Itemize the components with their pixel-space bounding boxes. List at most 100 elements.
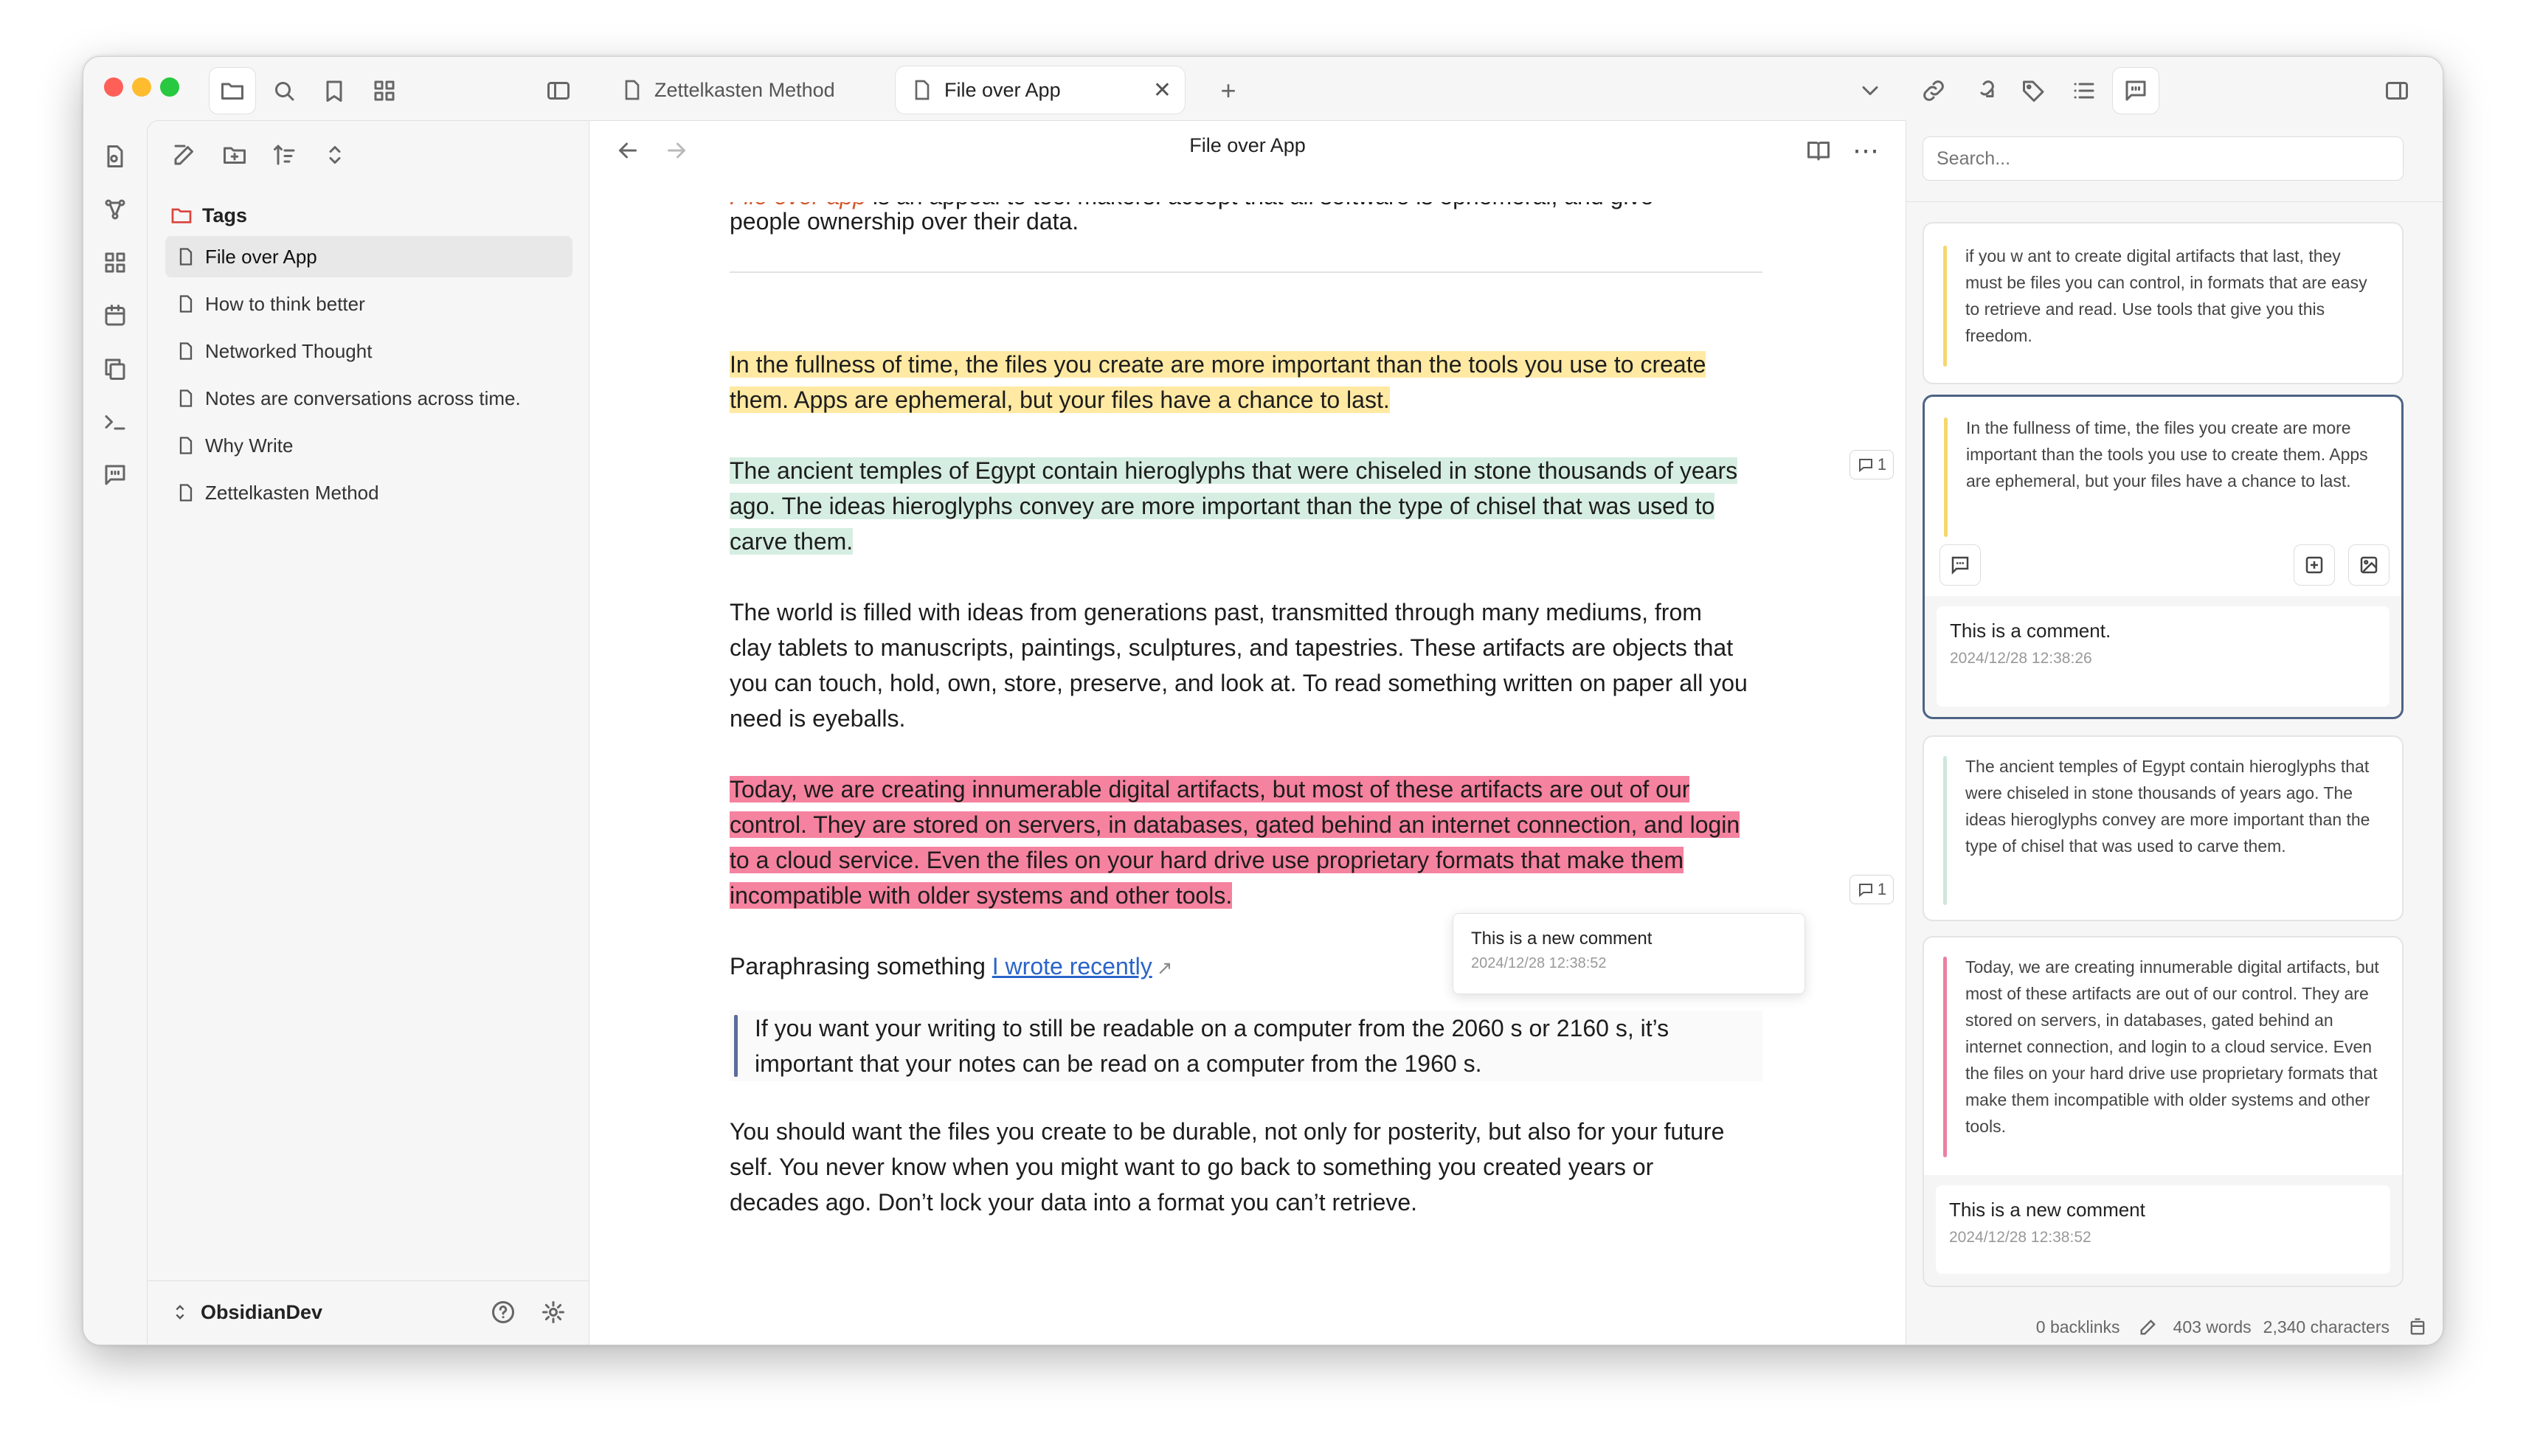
file-label: Zettelkasten Method: [205, 481, 379, 504]
comment-count-badge[interactable]: 1: [1849, 875, 1894, 904]
add-comment-button[interactable]: [2294, 544, 2335, 586]
highlight-color-bar: [1943, 246, 1947, 367]
note-content: File over app is an appeal to tool maker…: [730, 202, 1762, 1331]
collapse-all-icon[interactable]: [313, 133, 357, 177]
card-highlight-text: In the fullness of time, the files you c…: [1966, 418, 2368, 490]
new-folder-icon[interactable]: [212, 133, 257, 177]
minimize-window-button[interactable]: [132, 77, 151, 97]
edit-mode-icon[interactable]: [2138, 1317, 2159, 1337]
card-highlight-text: The ancient temples of Egypt contain hie…: [1965, 757, 2370, 856]
more-options-icon[interactable]: ⋯: [1844, 128, 1888, 173]
comment-text: This is a new comment: [1949, 1199, 2145, 1221]
close-window-button[interactable]: [104, 77, 123, 97]
add-image-button[interactable]: [2348, 544, 2390, 586]
open-switcher-icon[interactable]: [92, 134, 138, 179]
comment-entry[interactable]: This is a comment. 2024/12/28 12:38:26: [1937, 606, 2390, 707]
file-icon: [179, 389, 193, 407]
folder-icon[interactable]: [209, 67, 256, 114]
folder-icon: [171, 208, 192, 223]
comment-card-selected[interactable]: In the fullness of time, the files you c…: [1923, 395, 2404, 719]
editor-pane: File over App ⋯ File over app is an appe…: [589, 120, 1906, 1345]
popup-comment-text: This is a new comment: [1471, 929, 1653, 949]
folder-tags[interactable]: Tags: [170, 198, 247, 233]
close-tab-icon[interactable]: ✕: [1153, 77, 1172, 103]
folder-label: Tags: [202, 204, 248, 226]
tags-icon[interactable]: [2010, 67, 2058, 114]
file-item-why-write[interactable]: Why Write: [165, 425, 572, 466]
word-count: 403 words: [2173, 1317, 2252, 1337]
highlight-text[interactable]: Today, we are creating innumerable digit…: [730, 776, 1740, 909]
highlight-paragraph-2[interactable]: The ancient temples of Egypt contain hie…: [730, 453, 1762, 559]
highlight-paragraph-4[interactable]: Today, we are creating innumerable digit…: [730, 772, 1748, 913]
highlight-paragraph-1[interactable]: In the fullness of time, the files you c…: [730, 347, 1748, 417]
highlight-text[interactable]: In the fullness of time, the files you c…: [730, 351, 1706, 413]
file-item-notes-are-conversations[interactable]: Notes are conversations across time.: [165, 378, 572, 419]
tab-zettelkasten-method[interactable]: Zettelkasten Method: [606, 66, 857, 114]
right-sidebar-toggle-icon[interactable]: [2373, 67, 2421, 114]
paragraph-3: The world is filled with ideas from gene…: [730, 599, 1748, 732]
file-icon: [625, 80, 640, 100]
reading-view-icon[interactable]: [1796, 128, 1841, 173]
search-icon[interactable]: [260, 67, 308, 114]
terminal-icon[interactable]: [92, 399, 138, 445]
popup-comment-date: 2024/12/28 12:38:52: [1471, 955, 1607, 971]
outgoing-link-icon[interactable]: [1960, 67, 2007, 114]
ribbon: [83, 120, 147, 1345]
comment-popup[interactable]: This is a new comment 2024/12/28 12:38:5…: [1453, 913, 1805, 994]
blockquote: If you want your writing to still be rea…: [730, 1010, 1762, 1081]
paragraph-6: You should want the files you create to …: [730, 1118, 1725, 1216]
new-note-icon[interactable]: [162, 133, 207, 177]
intro-paragraph-bottom: people ownership over their data.: [730, 208, 1079, 235]
comment-card[interactable]: Today, we are creating innumerable digit…: [1923, 936, 2404, 1287]
comment-icon: [1858, 884, 1872, 898]
comments-icon[interactable]: [2112, 67, 2159, 114]
calendar-icon[interactable]: [92, 293, 138, 339]
plus-square-icon: [2305, 556, 2323, 574]
card-highlight-text: if you w ant to create digital artifacts…: [1965, 246, 2367, 345]
tab-file-over-app[interactable]: File over App ✕: [895, 66, 1186, 114]
file-icon: [179, 342, 193, 360]
sync-status-icon[interactable]: [2407, 1317, 2428, 1337]
file-item-networked-thought[interactable]: Networked Thought: [165, 330, 572, 372]
file-label: Notes are conversations across time.: [205, 386, 521, 409]
file-item-zettelkasten-method[interactable]: Zettelkasten Method: [165, 472, 572, 513]
quote-text: If you want your writing to still be rea…: [755, 1015, 1669, 1077]
copy-icon[interactable]: [92, 346, 138, 392]
comment-card[interactable]: if you w ant to create digital artifacts…: [1923, 222, 2404, 384]
highlight-text[interactable]: The ancient temples of Egypt contain hie…: [730, 457, 1738, 555]
comment-date: 2024/12/28 12:38:26: [1950, 650, 2092, 667]
reply-comment-button[interactable]: [1940, 544, 1981, 586]
canvas-icon[interactable]: [92, 240, 138, 285]
outline-icon[interactable]: [2060, 67, 2108, 114]
file-label: How to think better: [205, 292, 365, 315]
comment-count: 1: [1877, 880, 1887, 898]
comment-count-badge[interactable]: 1: [1849, 450, 1894, 479]
new-tab-button[interactable]: +: [1205, 67, 1252, 114]
note-title[interactable]: File over App: [589, 134, 1906, 157]
card-highlight-text: Today, we are creating innumerable digit…: [1965, 957, 2379, 1136]
bookmark-icon[interactable]: [311, 67, 358, 114]
comment-count: 1: [1877, 455, 1887, 474]
comments-panel: if you w ant to create digital artifacts…: [1906, 120, 2443, 1345]
file-label: Why Write: [205, 434, 294, 457]
search-input[interactable]: [1923, 137, 2403, 180]
comment-card[interactable]: The ancient temples of Egypt contain hie…: [1923, 735, 2404, 921]
comment-text: This is a comment.: [1950, 620, 2111, 642]
comments-search-box[interactable]: [1923, 136, 2404, 181]
zoom-window-button[interactable]: [160, 77, 179, 97]
external-link[interactable]: I wrote recently: [992, 953, 1152, 980]
file-item-file-over-app[interactable]: File over App: [165, 236, 572, 277]
graph-view-icon[interactable]: [92, 187, 138, 232]
file-icon: [179, 248, 193, 266]
comment-panel-icon[interactable]: [92, 452, 138, 498]
file-item-how-to-think-better[interactable]: How to think better: [165, 283, 572, 325]
comment-entry[interactable]: This is a new comment 2024/12/28 12:38:5…: [1936, 1185, 2390, 1274]
file-icon: [915, 80, 930, 100]
grid-icon[interactable]: [361, 67, 408, 114]
file-icon: [179, 295, 193, 313]
sort-icon[interactable]: [263, 133, 307, 177]
link-icon[interactable]: [1910, 67, 1957, 114]
sidebar-toggle-icon[interactable]: [535, 67, 582, 114]
chevron-down-icon[interactable]: [1847, 67, 1894, 114]
backlinks-count[interactable]: 0 backlinks: [2036, 1317, 2120, 1337]
